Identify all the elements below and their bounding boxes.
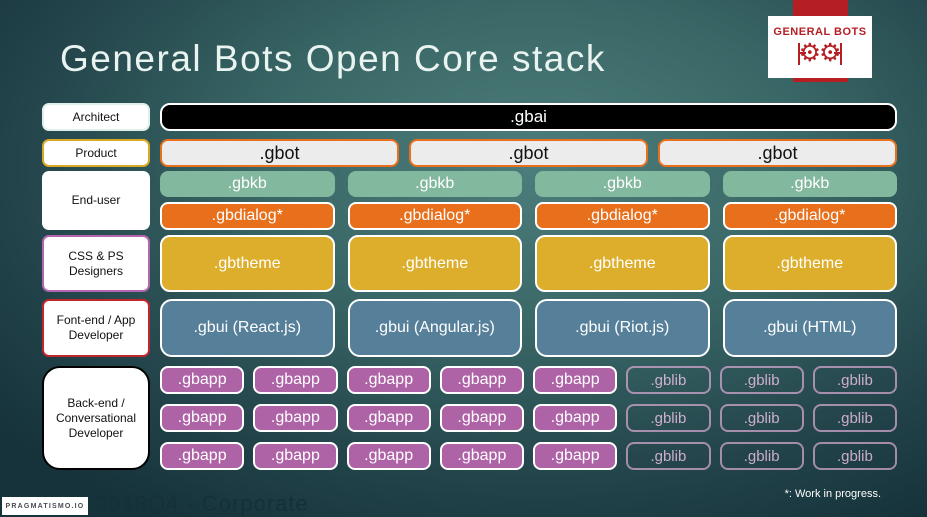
stack-box-gblib: .gblib [626,366,711,394]
row-label-product: Product [42,139,150,167]
stack-box-gbkb: .gbkb [535,171,710,197]
stack-box-gblib: .gblib [719,366,804,394]
stack-box-gbtheme: .gbtheme [347,235,522,292]
gear-bar-right [834,42,843,65]
stack-box-gbapp: .gbapp [253,442,338,470]
row-label-css-ps-designers: CSS & PS Designers [42,235,150,292]
stack-box-gbapp: .gbapp [439,366,524,394]
general-bots-logo: GENERAL BOTS ⚙ ⚙ [768,16,872,78]
row-label-architect: Architect [42,103,150,131]
stack-box-gbkb: .gbkb [160,171,335,197]
stack-row-gbai: .gbai [160,103,897,131]
stack-box-gbapp: .gbapp [253,366,338,394]
stack-box-gbdialog: .gbdialog* [722,202,897,230]
stack-box-gblib: .gblib [812,404,897,432]
stack-box-gbui: .gbui (Riot.js) [535,299,710,357]
stack-box-gbapp: .gbapp [439,404,524,432]
stack-row-gbapp-2: .gbapp .gbapp .gbapp .gbapp .gbapp .gblib .gbl… [160,404,897,432]
stack-box-gbapp: .gbapp [533,366,618,394]
stack-box-gbapp: .gbapp [160,442,245,470]
stack-box-gbui: .gbui (Angular.js) [347,299,522,357]
page-title: General Bots Open Core stack [60,38,606,79]
row-label-frontend-app-developer: Font-end / App Developer [42,299,150,357]
gear-icon: ⚙ [798,39,821,67]
stack-box-gbapp: .gbapp [160,404,245,432]
stack-box-gbapp: .gbapp [253,404,338,432]
stack-box-gbapp: .gbapp [533,442,618,470]
row-label-end-user: End-user [42,171,150,230]
stack-box-gbapp: .gbapp [346,404,431,432]
stack-box-gbdialog: .gbdialog* [535,202,710,230]
slide-caption: 2018Q4 - Corporate [95,491,309,516]
stack-box-gbdialog: .gbdialog* [347,202,522,230]
pragmatismo-badge: PRAGMATISMO.IO [2,497,88,515]
stack-box-gbot: .gbot [160,139,399,167]
stack-row-gbui: .gbui (React.js) .gbui (Angular.js) .gbui … [160,299,897,357]
stack-row-gbot: .gbot .gbot .gbot [160,139,897,167]
stack-box-gbai: .gbai [160,103,897,131]
stack-box-gbtheme: .gbtheme [722,235,897,292]
stack-box-gblib: .gblib [719,442,804,470]
stack-box-gbdialog: .gbdialog* [160,202,335,230]
work-in-progress-note: *: Work in progress. [784,488,881,500]
stack-box-gblib: .gblib [626,404,711,432]
stack-box-gbot: .gbot [409,139,648,167]
stack-box-gbapp: .gbapp [160,366,245,394]
stack-box-gbtheme: .gbtheme [535,235,710,292]
slide: { "title": "General Bots Open Core stack… [0,0,927,517]
stack-box-gblib: .gblib [812,442,897,470]
stack-box-gblib: .gblib [626,442,711,470]
stack-box-gbui: .gbui (React.js) [160,299,335,357]
stack-box-gblib: .gblib [719,404,804,432]
row-label-backend-conversational-developer: Back-end / Conversational Developer [42,366,150,470]
stack-box-gbtheme: .gbtheme [160,235,335,292]
gear-icon: ⚙ ⚙ [797,39,843,69]
stack-row-gbapp-1: .gbapp .gbapp .gbapp .gbapp .gbapp .gblib .gbl… [160,366,897,394]
gear-bar-left [797,42,806,65]
stack-box-gbkb: .gbkb [722,171,897,197]
stack-box-gbapp: .gbapp [346,366,431,394]
stack-box-gbkb: .gbkb [347,171,522,197]
stack-row-gbkb: .gbkb .gbkb .gbkb .gbkb [160,171,897,197]
stack-box-gbapp: .gbapp [439,442,524,470]
gear-icon: ⚙ [819,39,842,67]
stack-box-gbapp: .gbapp [533,404,618,432]
stack-row-gbtheme: .gbtheme .gbtheme .gbtheme .gbtheme [160,235,897,292]
stack-box-gbot: .gbot [658,139,897,167]
stack-row-gbapp-3: .gbapp .gbapp .gbapp .gbapp .gbapp .gblib .gbl… [160,442,897,470]
stack-box-gbui: .gbui (HTML) [722,299,897,357]
logo-brand-text: GENERAL BOTS [773,25,867,38]
stack-box-gblib: .gblib [812,366,897,394]
stack-row-gbdialog: .gbdialog* .gbdialog* .gbdialog* .gbdialog* [160,202,897,230]
stack-box-gbapp: .gbapp [346,442,431,470]
